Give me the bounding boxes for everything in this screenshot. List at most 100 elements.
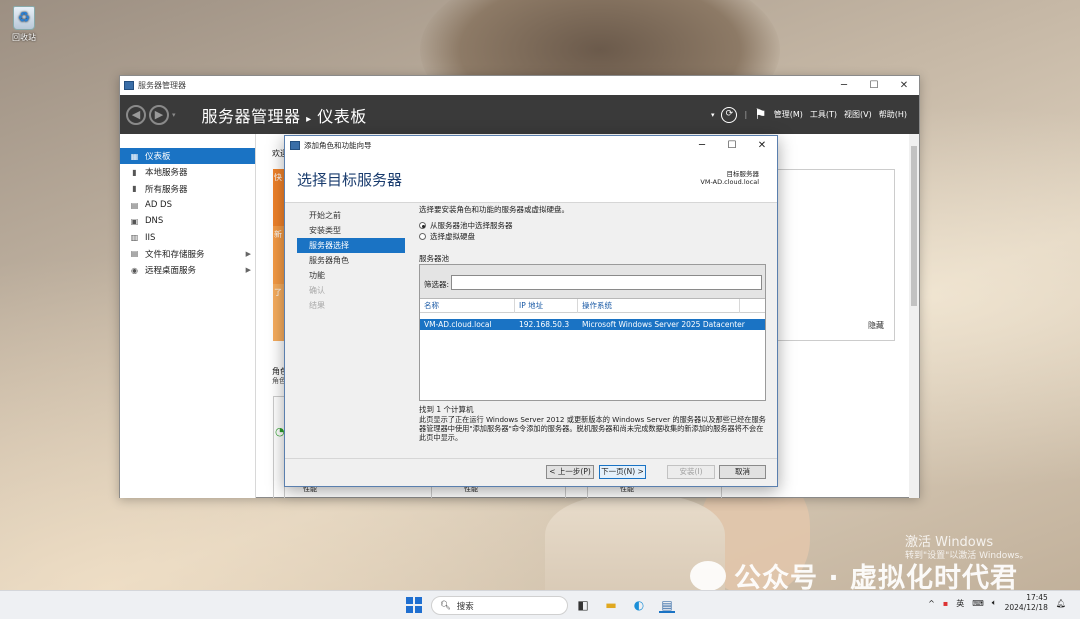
- next-button[interactable]: 下一页(N) >: [599, 465, 646, 479]
- wizard-maximize-button[interactable]: ☐: [717, 140, 747, 151]
- sidebar-item-remote-desktop[interactable]: ◉ 远程桌面服务 ▶: [120, 262, 255, 278]
- sidebar-item-file-storage[interactable]: ▤ 文件和存储服务 ▶: [120, 246, 255, 262]
- server-manager-header: ◀ ▶ ▾ 服务器管理器 ▸ 仪表板 ▾ ⟳ | ⚑ 管理(M) 工具(T) 视…: [120, 95, 919, 134]
- history-dropdown-icon[interactable]: ▾: [172, 111, 176, 119]
- minimize-button[interactable]: ─: [829, 80, 859, 91]
- hide-link[interactable]: 隐藏: [868, 320, 884, 331]
- ime-indicator[interactable]: 英: [956, 598, 964, 609]
- server-manager-titlebar[interactable]: 服务器管理器 ─ ☐ ✕: [120, 76, 919, 95]
- windows-logo-icon: [414, 597, 422, 605]
- server-pool-label: 服务器池: [419, 254, 449, 263]
- cell-ip: 192.168.50.3: [519, 320, 570, 329]
- volume-icon[interactable]: 🔈︎: [992, 598, 997, 608]
- notifications-flag-icon[interactable]: ⚑: [754, 107, 767, 123]
- found-count: 找到 1 个计算机: [419, 405, 474, 414]
- step-installation-type[interactable]: 安装类型: [297, 223, 405, 238]
- edge-icon[interactable]: ◐: [631, 597, 647, 613]
- wechat-icon: [690, 560, 726, 591]
- table-row[interactable]: VM-AD.cloud.local 192.168.50.3 Microsoft…: [420, 319, 765, 330]
- sidebar-item-ad-ds[interactable]: ▤ AD DS: [120, 197, 255, 213]
- refresh-dropdown-icon[interactable]: ▾: [711, 111, 715, 119]
- step-server-roles[interactable]: 服务器角色: [297, 253, 405, 268]
- wizard-close-button[interactable]: ✕: [747, 140, 777, 151]
- clock[interactable]: 17:45 2024/12/18: [1005, 593, 1048, 613]
- input-method-icon[interactable]: ⌨: [972, 599, 984, 608]
- destination-server-value: VM-AD.cloud.local: [700, 178, 759, 186]
- back-icon[interactable]: ◀: [126, 104, 146, 125]
- close-button[interactable]: ✕: [889, 80, 919, 91]
- wizard-minimize-button[interactable]: ─: [687, 140, 717, 151]
- breadcrumb-page: 仪表板: [317, 106, 367, 126]
- system-tray: ^ ▪ 英 ⌨ 🔈︎ 17:45 2024/12/18 🔔︎: [928, 593, 1066, 613]
- taskbar-search[interactable]: 🔍︎ 搜索: [431, 596, 568, 615]
- file-explorer-icon[interactable]: ▬: [603, 597, 619, 613]
- wizard-titlebar[interactable]: 添加角色和功能向导 ─ ☐ ✕: [285, 136, 777, 155]
- chevron-right-icon: ▶: [245, 266, 251, 275]
- sidebar-item-local-server[interactable]: ▮ 本地服务器: [120, 164, 255, 180]
- column-header-name[interactable]: 名称: [420, 298, 515, 313]
- column-header-os[interactable]: 操作系统: [578, 298, 740, 313]
- step-features[interactable]: 功能: [297, 268, 405, 283]
- clock-date: 2024/12/18: [1004, 603, 1048, 612]
- scrollbar-thumb[interactable]: [911, 146, 917, 306]
- radio-server-pool[interactable]: 从服务器池中选择服务器: [419, 220, 769, 231]
- radio-checked-icon[interactable]: [419, 222, 426, 229]
- server-list-note: 此页显示了正在运行 Windows Server 2012 或更新版本的 Win…: [419, 415, 766, 442]
- scrollbar[interactable]: [909, 134, 919, 498]
- sidebar-item-dns[interactable]: ▣ DNS: [120, 213, 255, 229]
- server-manager-title: 服务器管理器: [138, 81, 186, 90]
- recycle-bin-label: 回收站: [12, 33, 36, 42]
- wizard-content: 选择要安装角色和功能的服务器或虚拟硬盘。 从服务器池中选择服务器 选择虚拟硬盘 …: [419, 204, 769, 442]
- server-manager-taskbar-icon[interactable]: ▤: [659, 597, 675, 613]
- sidebar-item-label: 文件和存储服务: [145, 249, 205, 260]
- search-icon: 🔍︎: [440, 600, 451, 611]
- menu-help[interactable]: 帮助(H): [879, 109, 907, 120]
- remote-desktop-icon: ◉: [131, 265, 138, 275]
- radio-label: 选择虚拟硬盘: [430, 232, 475, 241]
- install-button: 安装(I): [667, 465, 715, 479]
- sidebar-item-label: AD DS: [145, 200, 173, 211]
- radio-unchecked-icon[interactable]: [419, 233, 426, 240]
- sidebar-item-dashboard[interactable]: ▦ 仪表板: [120, 148, 255, 165]
- menu-view[interactable]: 视图(V): [844, 109, 872, 120]
- storage-icon: ▤: [130, 249, 139, 259]
- menu-tools[interactable]: 工具(T): [810, 109, 837, 120]
- step-results: 结果: [309, 301, 325, 310]
- column-header-ip[interactable]: IP 地址: [515, 298, 578, 313]
- step-confirmation: 确认: [309, 286, 325, 295]
- radio-virtual-disk[interactable]: 选择虚拟硬盘: [419, 231, 769, 242]
- sidebar-item-label: IIS: [145, 232, 156, 243]
- clock-time: 17:45: [1026, 593, 1048, 602]
- servers-icon: ▮: [132, 184, 137, 194]
- iis-icon: ▥: [130, 233, 139, 243]
- start-button[interactable]: [406, 597, 422, 613]
- breadcrumb-app: 服务器管理器: [201, 106, 301, 126]
- refresh-icon[interactable]: ⟳: [721, 106, 738, 123]
- sidebar-item-label: 仪表板: [145, 152, 171, 163]
- notification-bell-icon[interactable]: 🔔︎: [1056, 599, 1066, 608]
- destination-server: 目标服务器 VM-AD.cloud.local: [700, 170, 759, 186]
- windows-logo-icon: [414, 605, 422, 613]
- maximize-button[interactable]: ☐: [859, 80, 889, 91]
- recycle-bin-icon: ♻: [13, 6, 35, 30]
- cell-os: Microsoft Windows Server 2025 Datacenter: [582, 320, 745, 329]
- recycle-bin[interactable]: ♻ 回收站: [6, 6, 42, 43]
- step-before-you-begin[interactable]: 开始之前: [297, 208, 405, 223]
- cancel-button[interactable]: 取消: [719, 465, 766, 479]
- sidebar-item-iis[interactable]: ▥ IIS: [120, 229, 255, 245]
- menu-manage[interactable]: 管理(M): [774, 109, 803, 120]
- filter-input[interactable]: [451, 275, 762, 290]
- previous-button[interactable]: < 上一步(P): [546, 465, 594, 479]
- step-server-selection[interactable]: 服务器选择: [297, 238, 405, 253]
- server-icon: ▮: [132, 167, 137, 177]
- sidebar-item-all-servers[interactable]: ▮ 所有服务器: [120, 181, 255, 197]
- forward-icon[interactable]: ▶: [149, 104, 169, 125]
- tray-app-icon[interactable]: ▪: [943, 599, 948, 608]
- dashboard-icon: ▦: [130, 151, 139, 161]
- wizard-header: 选择目标服务器 目标服务器 VM-AD.cloud.local: [285, 155, 777, 203]
- breadcrumb: 服务器管理器 ▸ 仪表板: [202, 103, 367, 127]
- chevron-up-icon[interactable]: ^: [928, 599, 935, 608]
- wizard-title: 添加角色和功能向导: [304, 141, 372, 150]
- sidebar-item-label: 所有服务器: [145, 184, 188, 195]
- task-view-icon[interactable]: ◧: [575, 597, 591, 613]
